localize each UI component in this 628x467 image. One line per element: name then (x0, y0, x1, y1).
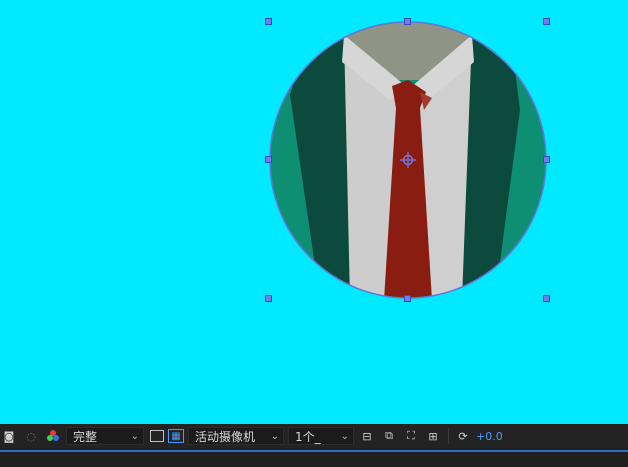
transparency-grid-icon[interactable]: ▦ (168, 429, 184, 443)
chevron-down-icon: ⌄ (130, 430, 139, 442)
snapshot-show-icon[interactable]: ⧉ (380, 427, 398, 445)
camera-value: 活动摄像机 (195, 429, 256, 444)
camera-icon[interactable]: ◙ (0, 427, 18, 445)
flowchart-icon[interactable]: ⊞ (424, 427, 442, 445)
views-dropdown[interactable]: 1个_ ⌄ (288, 427, 354, 445)
toolbar-separator (448, 428, 449, 444)
transform-handle-bottom-left[interactable] (265, 295, 272, 302)
viewer-toolbar: ◙ ◌ 完整 ⌄ ▦ 活动摄像机 ⌄ 1个_ ⌄ ⊟ ⧉ ⛶ ⊞ ⟳ +0.0 (0, 424, 628, 448)
resolution-value: 完整 (73, 429, 98, 444)
transform-handle-middle-right[interactable] (543, 156, 550, 163)
transform-handle-top-right[interactable] (543, 18, 550, 25)
chevron-down-icon: ⌄ (270, 430, 279, 442)
transform-handle-middle-left[interactable] (265, 156, 272, 163)
exposure-value[interactable]: +0.0 (476, 430, 503, 443)
layout-icon[interactable]: ⊟ (358, 427, 376, 445)
color-channels-icon[interactable] (44, 427, 62, 445)
viewer-bottom-bar: ◙ ◌ 完整 ⌄ ▦ 活动摄像机 ⌄ 1个_ ⌄ ⊟ ⧉ ⛶ ⊞ ⟳ +0.0 (0, 424, 628, 467)
resolution-dropdown[interactable]: 完整 ⌄ (66, 427, 144, 445)
camera-dropdown[interactable]: 活动摄像机 ⌄ (188, 427, 284, 445)
composition-artwork[interactable] (0, 0, 628, 424)
transform-handle-top-left[interactable] (265, 18, 272, 25)
transform-handle-top-center[interactable] (404, 18, 411, 25)
snapshot-icon[interactable]: ◌ (22, 427, 40, 445)
timeline-separator (0, 450, 628, 452)
views-value: 1个_ (295, 429, 321, 444)
anchor-point-icon[interactable] (400, 152, 416, 168)
composition-viewer[interactable] (0, 0, 628, 424)
transform-handle-bottom-right[interactable] (543, 295, 550, 302)
exposure-reset-icon[interactable]: ⟳ (454, 427, 472, 445)
transform-handle-bottom-center[interactable] (404, 295, 411, 302)
fullscreen-icon[interactable] (150, 430, 164, 442)
3d-draft-icon[interactable]: ⛶ (402, 427, 420, 445)
chevron-down-icon: ⌄ (340, 430, 349, 442)
